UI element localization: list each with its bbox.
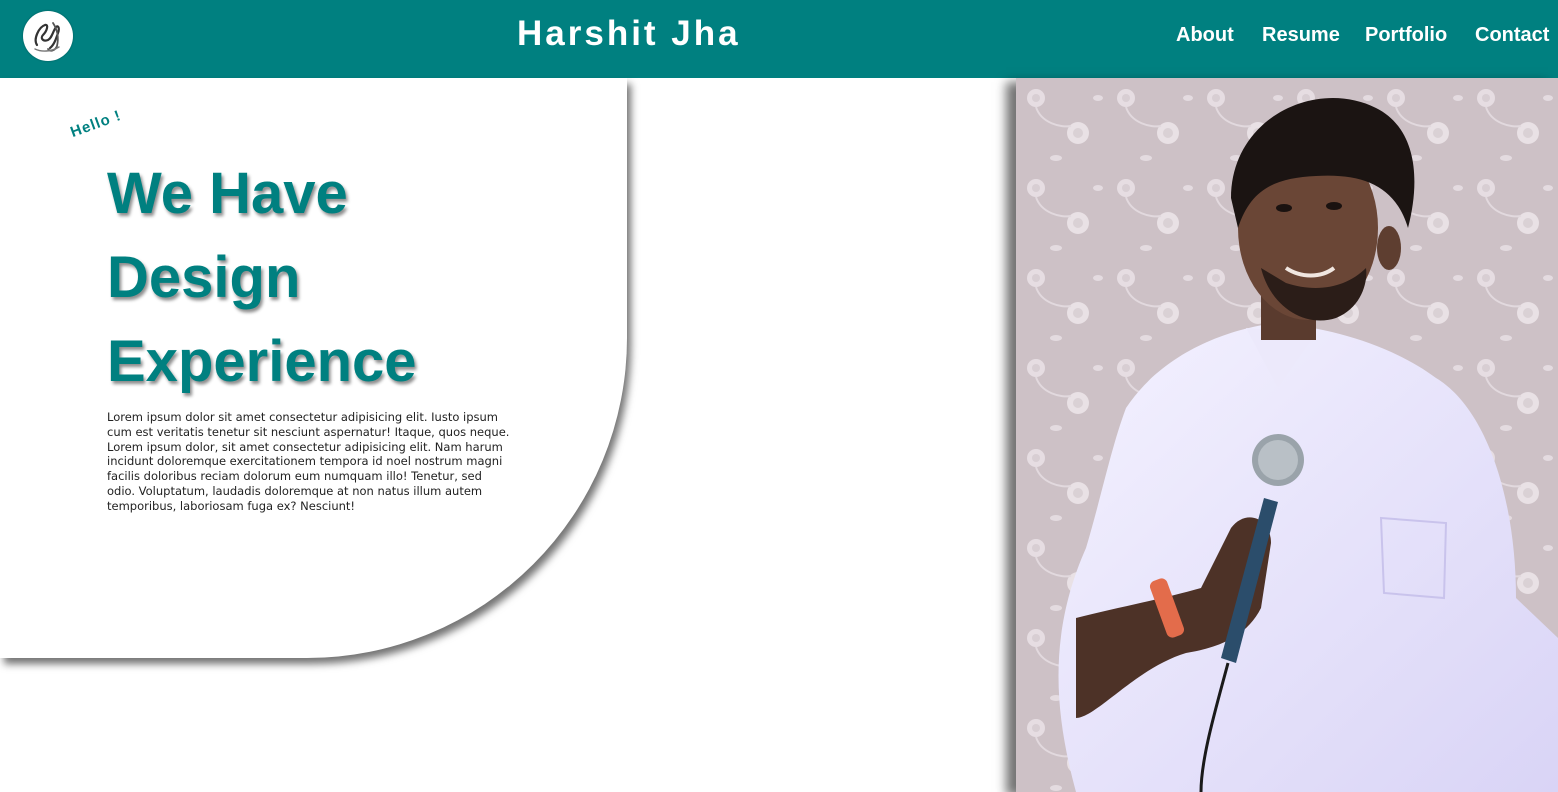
- nav-portfolio[interactable]: Portfolio: [1365, 24, 1447, 47]
- hero-headline: We Have Design Experience: [107, 152, 567, 404]
- nav-about[interactable]: About: [1176, 24, 1234, 47]
- headline-line-1: We Have: [107, 161, 348, 226]
- headline-line-2: Design: [107, 245, 301, 310]
- brand-title[interactable]: Harshit Jha: [517, 14, 741, 54]
- top-navbar: Harshit Jha About Resume Portfolio Conta…: [0, 0, 1558, 78]
- profile-photo: [1016, 78, 1558, 792]
- logo-icon[interactable]: [23, 11, 73, 61]
- headline-line-3: Experience: [107, 329, 417, 394]
- nav-resume[interactable]: Resume: [1262, 24, 1340, 47]
- intro-paragraph: Lorem ipsum dolor sit amet consectetur a…: [107, 410, 510, 513]
- nav-contact[interactable]: Contact: [1475, 24, 1549, 47]
